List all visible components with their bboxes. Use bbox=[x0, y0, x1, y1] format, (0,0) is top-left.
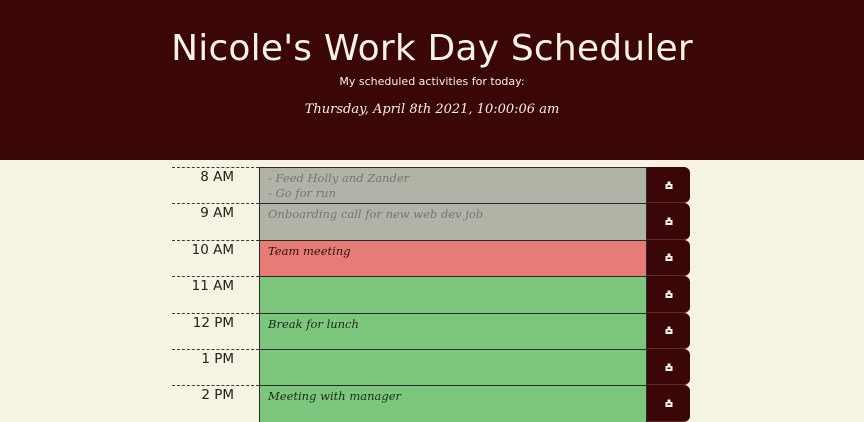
page-subtitle: My scheduled activities for today: bbox=[339, 75, 525, 88]
save-icon bbox=[665, 399, 672, 408]
hour-label: 10 AM bbox=[172, 239, 259, 276]
hour-label: 1 PM bbox=[172, 348, 259, 385]
time-block-row: 10 AM Team meeting bbox=[172, 239, 692, 277]
time-block-row: 2 PM Meeting with manager bbox=[172, 385, 692, 422]
hour-label: 9 AM bbox=[172, 203, 259, 239]
save-icon bbox=[665, 290, 672, 298]
hour-label: 11 AM bbox=[172, 276, 259, 312]
save-icon bbox=[665, 326, 672, 335]
save-button[interactable] bbox=[647, 385, 690, 422]
hour-label: 2 PM bbox=[172, 385, 259, 421]
task-textarea[interactable] bbox=[259, 348, 647, 386]
save-button[interactable] bbox=[647, 167, 690, 204]
task-textarea[interactable]: Break for lunch bbox=[259, 312, 647, 349]
schedule-list: 8 AM - Feed Holly and Zander - Go for run… bbox=[172, 167, 692, 422]
page-title: Nicole's Work Day Scheduler bbox=[171, 28, 693, 69]
page-header: Nicole's Work Day Scheduler My scheduled… bbox=[0, 0, 864, 160]
time-block-row: 9 AM Onboarding call for new web dev job bbox=[172, 203, 692, 240]
task-textarea[interactable]: - Feed Holly and Zander - Go for run bbox=[259, 167, 647, 204]
current-datetime: Thursday, April 8th 2021, 10:00:06 am bbox=[304, 102, 560, 117]
time-block-row: 8 AM - Feed Holly and Zander - Go for run bbox=[172, 167, 692, 204]
save-button[interactable] bbox=[647, 276, 690, 313]
time-block-row: 11 AM bbox=[172, 276, 692, 313]
save-icon bbox=[665, 253, 672, 262]
time-block-row: 12 PM Break for lunch bbox=[172, 312, 692, 349]
save-button[interactable] bbox=[647, 312, 690, 349]
task-textarea[interactable]: Meeting with manager bbox=[259, 385, 647, 422]
save-icon bbox=[665, 181, 672, 189]
hour-label: 12 PM bbox=[172, 312, 259, 349]
save-button[interactable] bbox=[647, 348, 690, 386]
save-icon bbox=[665, 217, 672, 226]
hour-label: 8 AM bbox=[172, 167, 259, 203]
save-button[interactable] bbox=[647, 203, 690, 240]
task-textarea[interactable]: Team meeting bbox=[259, 239, 647, 277]
save-icon bbox=[665, 363, 672, 371]
time-block-row: 1 PM bbox=[172, 348, 692, 386]
save-button[interactable] bbox=[647, 239, 690, 277]
task-textarea[interactable]: Onboarding call for new web dev job bbox=[259, 203, 647, 240]
task-textarea[interactable] bbox=[259, 276, 647, 313]
